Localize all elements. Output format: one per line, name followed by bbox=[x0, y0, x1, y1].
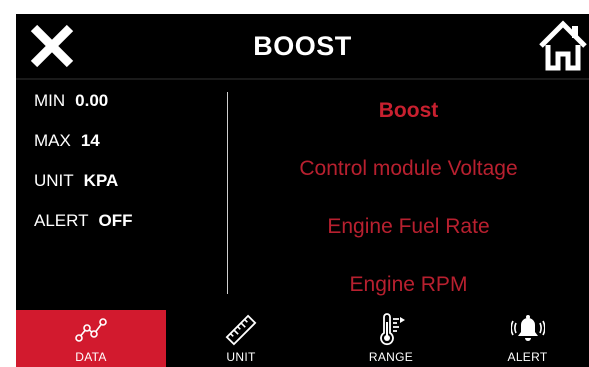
tab-data-label: DATA bbox=[75, 350, 107, 364]
screen: BOOST MIN 0.00 MAX 14 UNIT KPA ALERT OFF bbox=[16, 14, 589, 367]
header-bar: BOOST bbox=[16, 14, 589, 80]
tab-range-label: RANGE bbox=[368, 350, 414, 364]
bell-icon bbox=[510, 315, 545, 341]
ruler-icon bbox=[225, 314, 257, 346]
option-boost[interactable]: Boost bbox=[228, 82, 589, 140]
min-label: MIN bbox=[34, 91, 66, 110]
tab-alert-label: ALERT bbox=[507, 350, 548, 364]
max-row: MAX 14 bbox=[34, 130, 133, 170]
unit-label: UNIT bbox=[34, 171, 74, 190]
data-source-list: Boost Control module Voltage Engine Fuel… bbox=[228, 82, 589, 314]
tab-unit[interactable]: UNIT bbox=[166, 310, 316, 367]
close-button[interactable] bbox=[28, 22, 76, 70]
unit-row: UNIT KPA bbox=[34, 170, 133, 210]
home-icon bbox=[539, 20, 587, 71]
option-engine-fuel-rate[interactable]: Engine Fuel Rate bbox=[228, 198, 589, 256]
max-label: MAX bbox=[34, 131, 71, 150]
page-title: BOOST bbox=[253, 31, 352, 61]
option-control-module-voltage[interactable]: Control module Voltage bbox=[228, 140, 589, 198]
settings-summary: MIN 0.00 MAX 14 UNIT KPA ALERT OFF bbox=[34, 90, 133, 250]
unit-value: KPA bbox=[83, 171, 119, 190]
close-icon bbox=[30, 24, 74, 68]
alert-label: ALERT bbox=[34, 211, 89, 230]
data-graph-icon bbox=[75, 318, 107, 342]
alert-row: ALERT OFF bbox=[34, 210, 133, 250]
option-engine-rpm[interactable]: Engine RPM bbox=[228, 256, 589, 314]
alert-value: OFF bbox=[98, 211, 133, 230]
thermometer-icon bbox=[380, 313, 405, 346]
bottom-tab-bar: DATA UNIT RANGE ALERT bbox=[16, 310, 589, 367]
min-value: 0.00 bbox=[75, 91, 109, 110]
tab-range[interactable]: RANGE bbox=[316, 310, 466, 367]
home-button[interactable] bbox=[537, 20, 589, 72]
tab-data[interactable]: DATA bbox=[16, 310, 166, 367]
min-row: MIN 0.00 bbox=[34, 90, 133, 130]
tab-alert[interactable]: ALERT bbox=[466, 310, 589, 367]
tab-unit-label: UNIT bbox=[226, 350, 256, 364]
max-value: 14 bbox=[80, 131, 100, 150]
